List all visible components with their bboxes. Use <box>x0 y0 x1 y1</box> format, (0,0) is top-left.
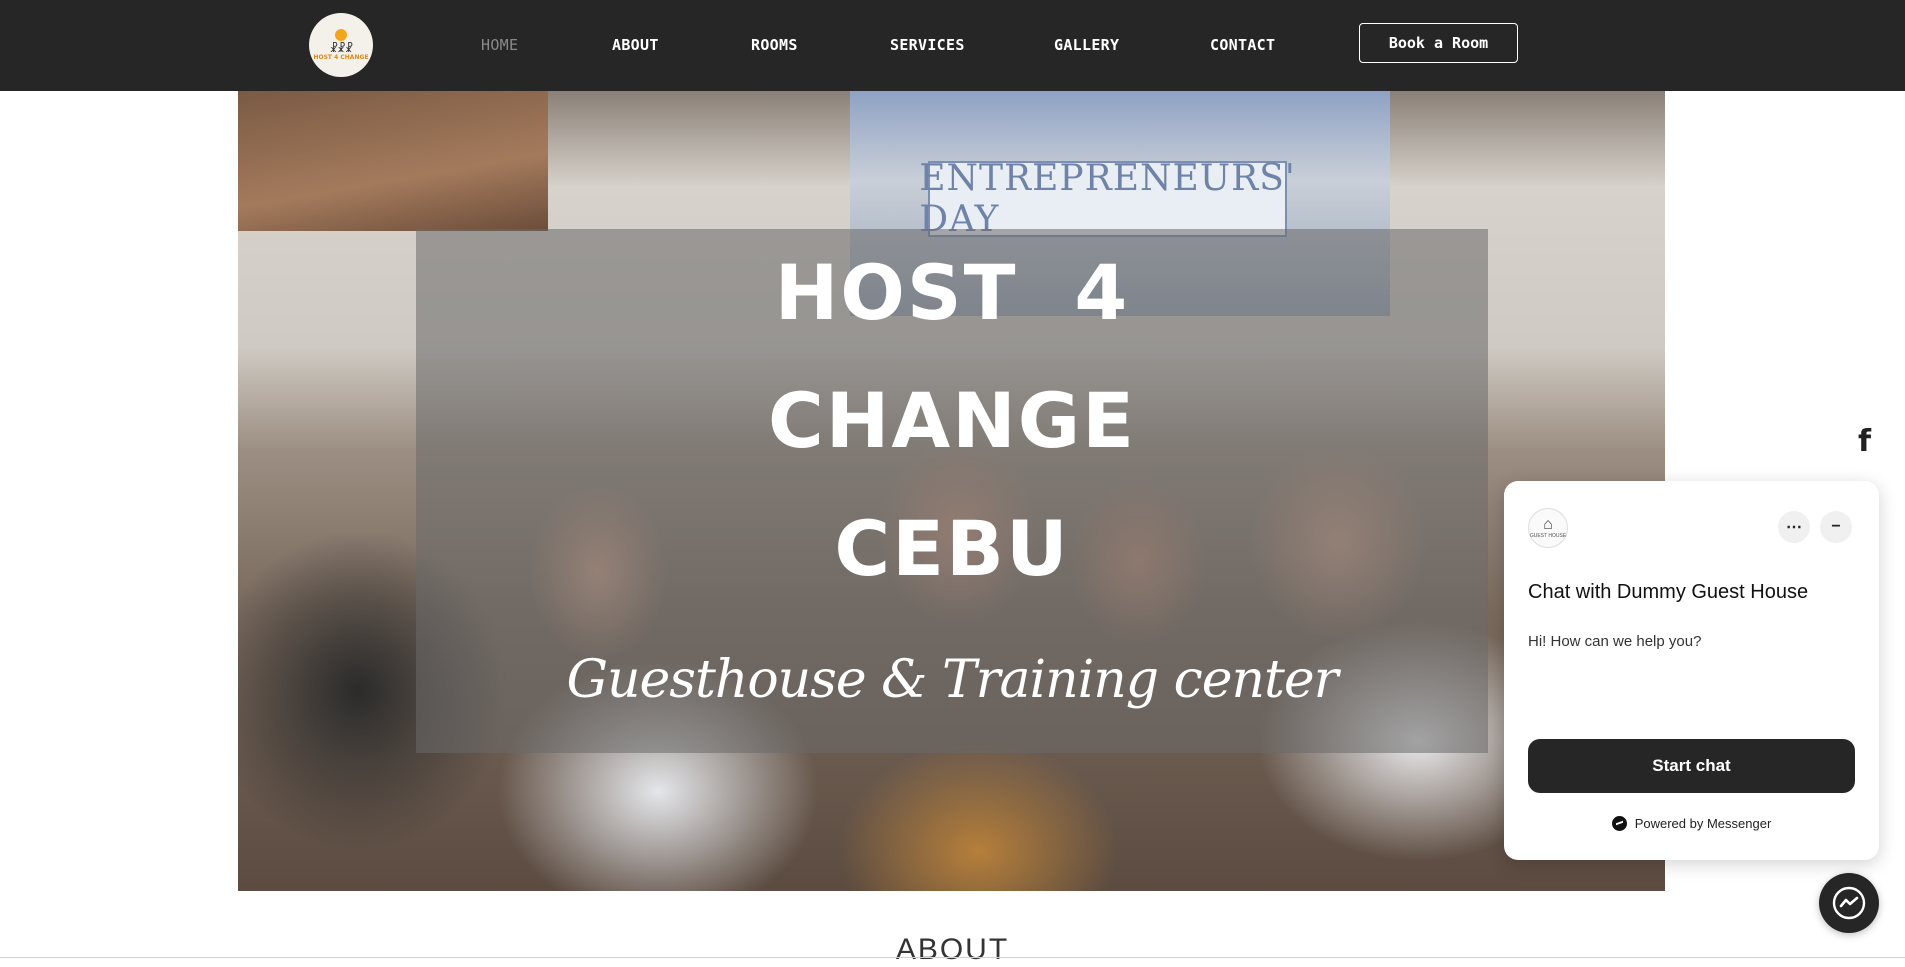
powered-by-text: Powered by Messenger <box>1634 816 1772 831</box>
messenger-small-icon <box>1611 816 1627 831</box>
nav-home[interactable]: HOME <box>481 36 518 54</box>
start-chat-button[interactable]: Start chat <box>1528 739 1855 793</box>
chat-title: Chat with Dummy Guest House <box>1528 581 1809 603</box>
top-nav-bar: ☧☧☧ HOST 4 CHANGE HOME ABOUT ROOMS SERVI… <box>0 0 1905 91</box>
chat-widget: ⌂ GUEST HOUSE ⋯ − Chat with Dummy Guest … <box>1504 481 1879 860</box>
facebook-icon[interactable]: f <box>1858 424 1871 459</box>
poster-banner-text: ENTREPRENEURS' DAY <box>919 158 1296 240</box>
house-icon: ⌂ <box>1543 516 1553 533</box>
nav-services[interactable]: SERVICES <box>890 36 965 54</box>
hero-title-line-3: CEBU <box>834 504 1070 593</box>
chat-greeting: Hi! How can we help you? <box>1528 633 1702 650</box>
messenger-chat-button[interactable] <box>1819 873 1879 933</box>
minimize-icon[interactable]: − <box>1820 511 1852 543</box>
powered-by-messenger: Powered by Messenger <box>1504 816 1879 831</box>
nav-gallery[interactable]: GALLERY <box>1054 36 1119 54</box>
nav-rooms[interactable]: ROOMS <box>751 36 798 54</box>
nav-about[interactable]: ABOUT <box>612 36 659 54</box>
hero-photo-roof <box>238 91 548 231</box>
logo-people-icon: ☧☧☧ <box>329 42 354 55</box>
messenger-icon <box>1832 886 1866 920</box>
chat-avatar: ⌂ GUEST HOUSE <box>1528 508 1568 548</box>
logo-text: HOST 4 CHANGE <box>313 54 369 61</box>
chat-avatar-text: GUEST HOUSE <box>1529 533 1567 539</box>
logo-sun-icon <box>335 29 347 41</box>
more-options-icon[interactable]: ⋯ <box>1778 511 1810 543</box>
page-bottom-divider <box>0 957 1905 958</box>
site-logo[interactable]: ☧☧☧ HOST 4 CHANGE <box>309 13 373 77</box>
hero-subtitle: Guesthouse & Training center <box>566 650 1339 710</box>
book-a-room-button[interactable]: Book a Room <box>1359 23 1518 63</box>
nav-contact[interactable]: CONTACT <box>1210 36 1275 54</box>
hero-title-line-1: HOST 4 <box>774 248 1130 337</box>
hero-title-line-2: CHANGE <box>767 376 1137 465</box>
about-section-heading: ABOUT <box>895 933 1010 966</box>
hero-title: HOST 4 CHANGE CEBU <box>416 229 1488 613</box>
